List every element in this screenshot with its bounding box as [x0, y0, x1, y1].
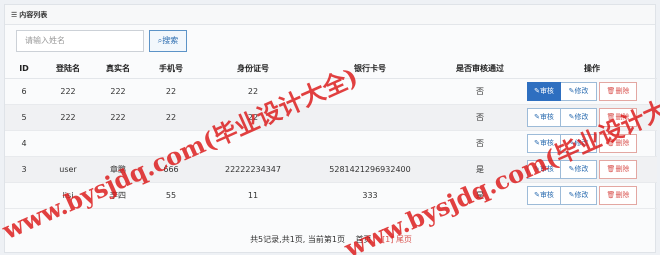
- search-button-label: 搜索: [162, 36, 179, 45]
- content-table: ID 登陆名 真实名 手机号 身份证号 银行卡号 是否审核通过 操作 6 222…: [5, 60, 657, 209]
- cell-phone: 55: [143, 182, 199, 209]
- cell-login: user: [43, 156, 93, 183]
- cell-id: 5: [5, 104, 43, 131]
- cell-bankcard: [307, 78, 433, 105]
- header-audit: 是否审核通过: [433, 60, 527, 79]
- ops-group: ✎审核 ✎修改 🗑删除: [527, 133, 637, 153]
- cell-bankcard: 333: [307, 182, 433, 209]
- cell-ops: ✎审核 ✎修改 🗑删除: [527, 182, 657, 209]
- cell-audit: 否: [433, 104, 527, 131]
- search-row: 请输入姓名 ⌕搜索: [16, 30, 187, 52]
- cell-audit: 否: [433, 130, 527, 157]
- edit-button[interactable]: ✎修改: [561, 133, 597, 153]
- table-header-row: ID 登陆名 真实名 手机号 身份证号 银行卡号 是否审核通过 操作: [5, 60, 657, 79]
- ops-group: ✎审核 ✎修改 🗑删除: [527, 185, 637, 205]
- ops-group: ✎审核 ✎修改 🗑删除: [527, 81, 637, 101]
- header-login: 登陆名: [43, 60, 93, 79]
- cell-ops: ✎审核 ✎修改 🗑删除: [527, 156, 657, 183]
- cell-audit: 是: [433, 182, 527, 209]
- audit-button[interactable]: ✎审核: [527, 107, 561, 127]
- cell-phone: 666: [143, 156, 199, 183]
- delete-button[interactable]: 🗑删除: [599, 107, 637, 127]
- search-button[interactable]: ⌕搜索: [149, 30, 187, 52]
- header-realname: 真实名: [93, 60, 143, 79]
- delete-button[interactable]: 🗑删除: [599, 159, 637, 179]
- header-id: ID: [5, 60, 43, 79]
- delete-button[interactable]: 🗑删除: [599, 81, 637, 101]
- panel-title: 内容列表: [19, 11, 48, 19]
- table-row: 6 222 222 22 22 否 ✎审核 ✎修改 🗑删除: [5, 78, 657, 105]
- edit-button[interactable]: ✎修改: [561, 107, 597, 127]
- cell-phone: [143, 130, 199, 157]
- table-row: 5 222 222 22 22 否 ✎审核 ✎修改 🗑删除: [5, 104, 657, 131]
- audit-button[interactable]: ✎审核: [527, 81, 561, 101]
- pagination-summary: 共5记录,共1页, 当前第1页: [250, 235, 345, 244]
- cell-ops: ✎审核 ✎修改 🗑删除: [527, 104, 657, 131]
- last-page-link[interactable]: [1] 尾页: [382, 235, 412, 244]
- cell-login: 222: [43, 104, 93, 131]
- cell-realname: 章鹏: [93, 156, 143, 183]
- cell-bankcard: 5281421296932400: [307, 156, 433, 183]
- table-row: lisi 李四 55 11 333 是 ✎审核 ✎修改 🗑删除: [5, 182, 657, 209]
- edit-button[interactable]: ✎修改: [561, 159, 597, 179]
- ops-group: ✎审核 ✎修改 🗑删除: [527, 159, 637, 179]
- cell-audit: 否: [433, 78, 527, 105]
- list-icon: ☰: [11, 11, 18, 19]
- header-idcard: 身份证号: [199, 60, 307, 79]
- edit-button[interactable]: ✎修改: [561, 185, 597, 205]
- pagination: 共5记录,共1页, 当前第1页 首页 [1] 尾页: [5, 234, 657, 245]
- cell-id: [5, 182, 43, 209]
- cell-audit: 是: [433, 156, 527, 183]
- name-search-input[interactable]: 请输入姓名: [16, 30, 144, 52]
- cell-realname: 222: [93, 104, 143, 131]
- ops-group: ✎审核 ✎修改 🗑删除: [527, 107, 637, 127]
- audit-button[interactable]: ✎审核: [527, 159, 561, 179]
- cell-idcard: 22222234347: [199, 156, 307, 183]
- first-page-link[interactable]: 首页: [356, 235, 372, 244]
- cell-ops: ✎审核 ✎修改 🗑删除: [527, 78, 657, 105]
- cell-id: 3: [5, 156, 43, 183]
- table-row: 3 user 章鹏 666 22222234347 52814212969324…: [5, 156, 657, 183]
- cell-realname: 222: [93, 78, 143, 105]
- header-phone: 手机号: [143, 60, 199, 79]
- header-bankcard: 银行卡号: [307, 60, 433, 79]
- cell-ops: ✎审核 ✎修改 🗑删除: [527, 130, 657, 157]
- cell-phone: 22: [143, 78, 199, 105]
- content-panel: ☰ 内容列表 请输入姓名 ⌕搜索 ID 登陆名 真实名 手机号 身份证号 银行卡号…: [4, 4, 657, 253]
- edit-button[interactable]: ✎修改: [561, 81, 597, 101]
- cell-bankcard: [307, 130, 433, 157]
- cell-idcard: 11: [199, 182, 307, 209]
- cell-login: [43, 130, 93, 157]
- cell-bankcard: [307, 104, 433, 131]
- cell-phone: 22: [143, 104, 199, 131]
- cell-login: 222: [43, 78, 93, 105]
- cell-id: 4: [5, 130, 43, 157]
- cell-realname: 李四: [93, 182, 143, 209]
- delete-button[interactable]: 🗑删除: [599, 133, 637, 153]
- audit-button[interactable]: ✎审核: [527, 185, 561, 205]
- panel-header: ☰ 内容列表: [5, 5, 655, 25]
- cell-id: 6: [5, 78, 43, 105]
- header-ops: 操作: [527, 60, 657, 79]
- delete-button[interactable]: 🗑删除: [599, 185, 637, 205]
- cell-idcard: 22: [199, 104, 307, 131]
- cell-idcard: 22: [199, 78, 307, 105]
- cell-idcard: [199, 130, 307, 157]
- cell-login: lisi: [43, 182, 93, 209]
- cell-realname: [93, 130, 143, 157]
- table-row: 4 否 ✎审核 ✎修改 🗑删除: [5, 130, 657, 157]
- audit-button[interactable]: ✎审核: [527, 133, 561, 153]
